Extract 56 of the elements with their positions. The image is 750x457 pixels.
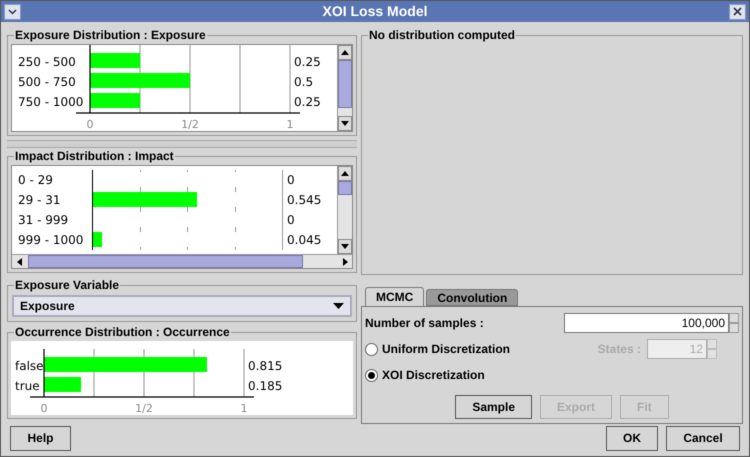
bar (90, 93, 140, 108)
window-title: XOI Loss Model (321, 2, 428, 21)
bar (90, 53, 140, 68)
close-icon (733, 7, 742, 16)
group-title: Impact Distribution : Impact (14, 148, 175, 164)
group-title: Exposure Variable (14, 277, 120, 293)
value-label: 0.045 (286, 232, 322, 249)
tick-label: 1 (286, 118, 294, 131)
field-label: Number of samples : (365, 315, 484, 332)
category-label: false (15, 359, 44, 373)
value-label: 0.25 (294, 95, 321, 109)
chevron-icon (8, 8, 17, 14)
caret-icon (333, 303, 344, 309)
scrollbar[interactable] (12, 254, 352, 268)
action-button[interactable]: Sample (455, 395, 532, 419)
scrollbar[interactable] (337, 45, 352, 131)
group-title: Exposure Distribution : Exposure (14, 27, 207, 43)
value-label: 0 (286, 212, 295, 229)
bar (44, 377, 81, 392)
value-label: 0.815 (248, 359, 282, 373)
radio-button[interactable] (365, 342, 378, 356)
tick-label: 1/2 (181, 118, 199, 131)
category-label: true (15, 379, 40, 393)
category-label: 750 - 1000 (18, 95, 84, 109)
scroll-thumb[interactable] (28, 255, 303, 268)
category-label: 500 - 750 (18, 75, 76, 89)
value-label: 0 (286, 172, 295, 189)
number-field[interactable]: 100,000 (564, 313, 729, 333)
scroll-thumb[interactable] (338, 181, 352, 195)
tick-label: 1 (240, 402, 248, 415)
footer-button[interactable]: Help (10, 426, 71, 450)
tab[interactable]: Convolution (426, 289, 518, 306)
value-label: 0.25 (294, 55, 321, 69)
value-label: 0.5 (294, 75, 314, 89)
tick-label: 0 (40, 402, 48, 415)
tab[interactable]: MCMC (365, 287, 424, 306)
value-label: 0.185 (248, 379, 282, 393)
category-label: 29 - 31 (17, 192, 62, 209)
dropdown[interactable]: Exposure (12, 295, 352, 317)
scrollbar[interactable] (337, 166, 352, 254)
value-label: 0.545 (286, 192, 322, 209)
scroll-thumb[interactable] (338, 60, 352, 108)
footer-button[interactable]: OK (606, 426, 658, 450)
radio-label: XOI Discretization (382, 367, 485, 384)
radio-label: Uniform Discretization (382, 341, 510, 358)
category-label: 31 - 999 (17, 212, 70, 229)
radio-button[interactable] (365, 368, 378, 382)
category-label: 250 - 500 (18, 55, 76, 69)
tick-label: 0 (86, 118, 94, 131)
menu-button[interactable] (4, 4, 21, 20)
tick-label: 1/2 (135, 402, 153, 415)
category-label: 0 - 29 (17, 172, 54, 189)
category-label: 999 - 1000 (17, 232, 84, 249)
group-title: No distribution computed (368, 27, 516, 43)
close-button[interactable] (729, 4, 746, 20)
footer-button[interactable]: Cancel (666, 426, 740, 450)
